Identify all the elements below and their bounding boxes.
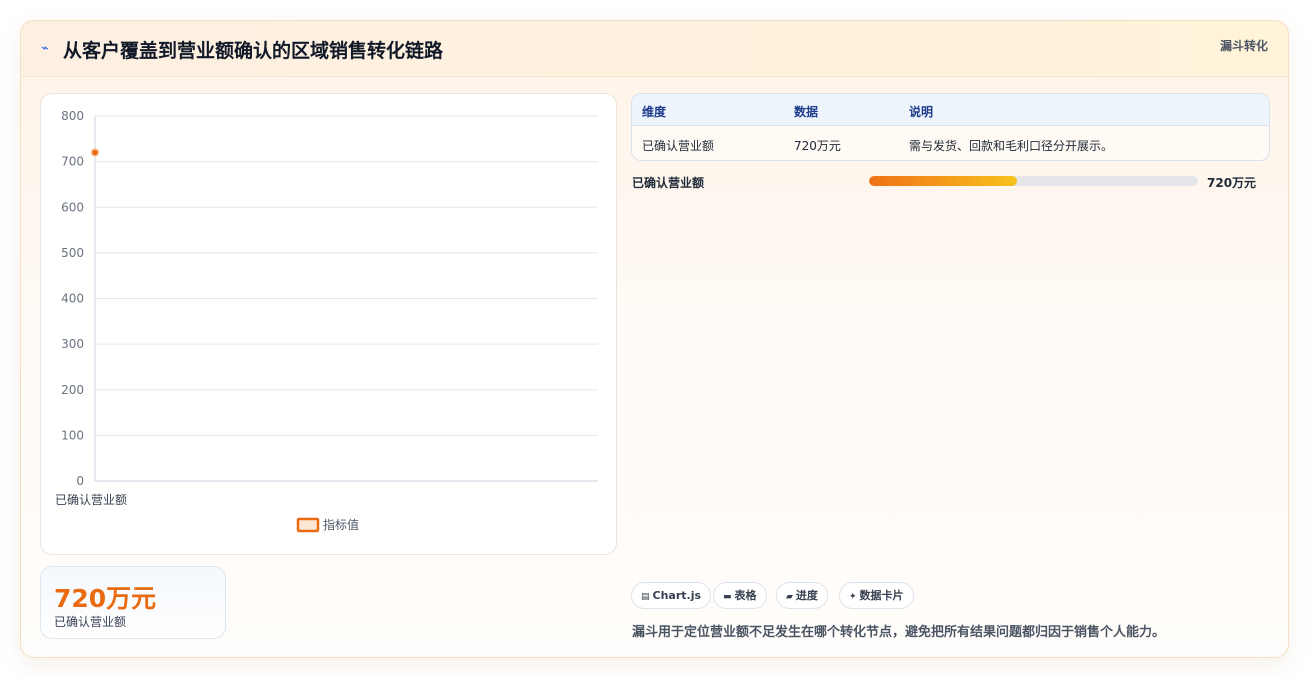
legend-swatch xyxy=(296,517,320,533)
data-table: 维度 数据 说明 已确认营业额 720万元 需与发货、回款和毛利口径分开展示。 xyxy=(631,93,1270,161)
legend-label: 指标值 xyxy=(323,517,359,532)
kpi-label: 已确认营业额 xyxy=(54,615,127,629)
kpi-card: 720万元 已确认营业额 xyxy=(40,566,226,639)
progress-fill xyxy=(869,176,1018,186)
x-tick-label: 已确认营业额 xyxy=(55,493,127,507)
chip-label: 表格 xyxy=(734,589,757,602)
kpi-value: 720万元 xyxy=(54,584,157,613)
card-header: ⌁ 从客户覆盖到营业额确认的区域销售转化链路 漏斗转化 xyxy=(21,21,1288,77)
y-tick-label: 0 xyxy=(76,474,84,488)
chip-table[interactable]: ▬ 表格 xyxy=(713,582,767,609)
chip-label: Chart.js xyxy=(652,589,702,602)
report-card: ⌁ 从客户覆盖到营业额确认的区域销售转化链路 漏斗转化 0 100 200 300 40… xyxy=(20,20,1289,658)
table-header-data: 数据 xyxy=(794,105,819,119)
y-tick-label: 400 xyxy=(61,292,84,306)
chart-icon: ▤ xyxy=(641,592,650,602)
progress-value: 720万元 xyxy=(1207,176,1257,190)
chip-data-card[interactable]: ✦ 数据卡片 xyxy=(839,582,914,609)
y-tick-label: 600 xyxy=(61,200,84,214)
chip-chartjs[interactable]: ▤ Chart.js xyxy=(631,582,712,609)
y-tick-label: 700 xyxy=(61,155,84,169)
table-header-dimension: 维度 xyxy=(642,105,667,119)
chart-type-tag: 漏斗转化 xyxy=(1219,39,1268,53)
y-tick-label: 500 xyxy=(61,246,84,260)
y-tick-label: 100 xyxy=(61,428,84,442)
table-header-description: 说明 xyxy=(909,105,934,119)
table-cell-data: 720万元 xyxy=(794,139,841,153)
chip-progress[interactable]: ▰ 进度 xyxy=(776,582,828,609)
progress-icon: ▰ xyxy=(786,592,793,602)
chip-label: 数据卡片 xyxy=(859,589,904,602)
table-header-row: 维度 数据 说明 xyxy=(632,94,1269,126)
progress-track xyxy=(869,176,1198,186)
lightning-icon: ⌁ xyxy=(41,41,49,56)
line-chart: 0 100 200 300 400 500 600 700 800 已确认营业额指标值 xyxy=(55,109,598,533)
data-point xyxy=(90,148,100,157)
table-cell-dimension: 已确认营业额 xyxy=(642,139,715,153)
chip-label: 进度 xyxy=(795,589,818,602)
table-icon: ▬ xyxy=(723,592,732,602)
chart-panel: 0 100 200 300 400 500 600 700 800 已确认营业额指标值 xyxy=(40,93,617,555)
sparkle-icon: ✦ xyxy=(849,592,857,602)
y-tick-label: 300 xyxy=(61,337,84,351)
progress-label: 已确认营业额 xyxy=(632,176,705,190)
table-cell-description: 需与发货、回款和毛利口径分开展示。 xyxy=(909,139,1114,153)
y-tick-label: 800 xyxy=(61,109,84,123)
page-title: 从客户覆盖到营业额确认的区域销售转化链路 xyxy=(63,40,444,62)
footnote: 漏斗用于定位营业额不足发生在哪个转化节点，避免把所有结果问题都归因于销售个人能力… xyxy=(632,625,1166,640)
y-tick-label: 200 xyxy=(61,383,84,397)
